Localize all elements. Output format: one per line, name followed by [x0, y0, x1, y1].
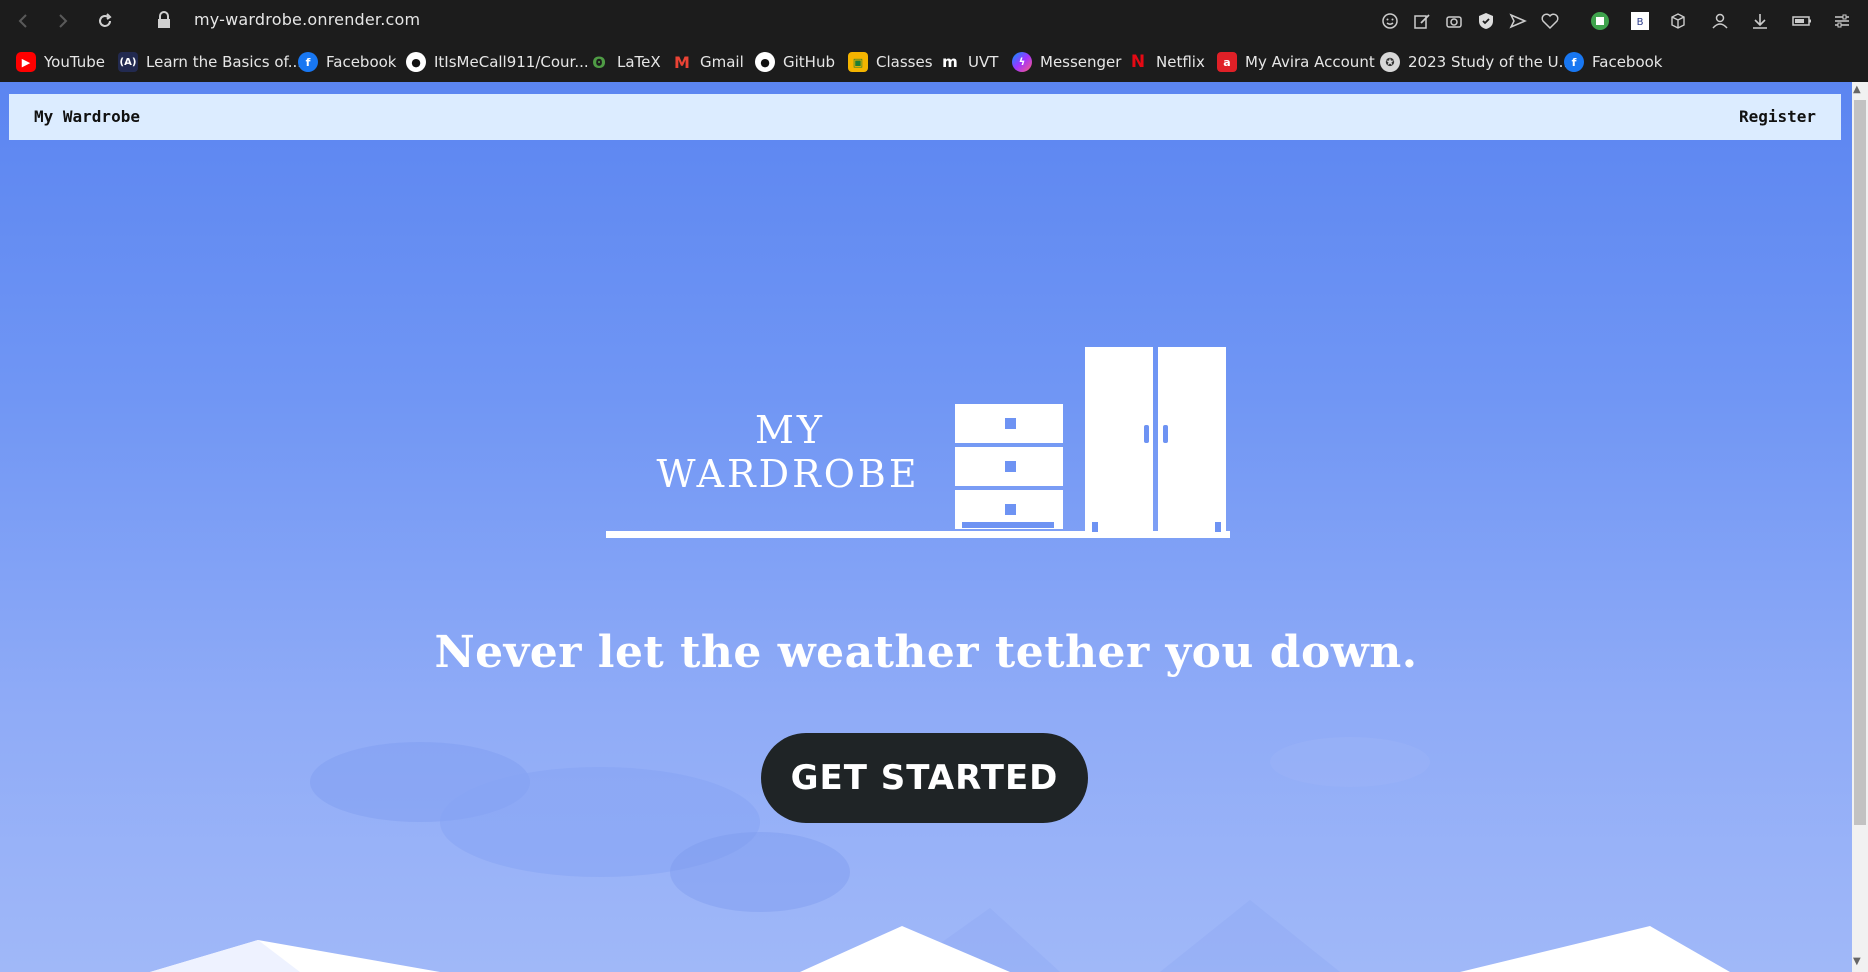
get-started-button[interactable]: GET STARTED: [761, 733, 1088, 823]
send-icon: [1509, 13, 1527, 29]
scroll-down-arrow-icon[interactable]: ▼: [1853, 956, 1861, 967]
easy-setup-button[interactable]: [1830, 9, 1854, 33]
edit-button[interactable]: [1410, 9, 1434, 33]
bookmark-study[interactable]: ✪ 2023 Study of the U...: [1380, 50, 1573, 74]
site-navbar: My Wardrobe Register: [9, 94, 1841, 140]
extension-b-button[interactable]: B: [1628, 9, 1652, 33]
smiley-icon: [1382, 13, 1398, 29]
reload-button[interactable]: [92, 8, 118, 34]
bookmark-github-repo[interactable]: ● ItIsMeCall911/Cour...: [406, 50, 589, 74]
shield-icon: [1479, 13, 1493, 29]
netflix-icon: N: [1130, 52, 1146, 72]
bookmark-netflix[interactable]: N Netflix: [1128, 50, 1205, 74]
scroll-up-arrow-icon[interactable]: ▲: [1853, 84, 1861, 95]
camera-icon: [1446, 16, 1462, 28]
extension-green-button[interactable]: [1588, 9, 1612, 33]
bookmark-github[interactable]: ● GitHub: [755, 50, 835, 74]
bookmark-avira[interactable]: a My Avira Account: [1217, 50, 1375, 74]
download-button[interactable]: [1748, 9, 1772, 33]
browser-toolbar: my-wardrobe.onrender.com B: [0, 0, 1868, 42]
edit-icon: [1414, 14, 1430, 29]
youtube-icon: ▶: [16, 52, 36, 72]
facebook-icon: f: [298, 52, 318, 72]
bookmark-latex[interactable]: ʘ LaTeX: [589, 50, 660, 74]
bookmark-youtube[interactable]: ▶ YouTube: [16, 50, 105, 74]
back-arrow-icon: [18, 14, 27, 28]
logo-text-line-1: MY: [755, 408, 825, 452]
heart-icon: [1541, 13, 1559, 30]
hero-tagline: Never let the weather tether you down.: [434, 627, 1418, 678]
box-button[interactable]: [1666, 9, 1690, 33]
settings-sliders-icon: [1835, 14, 1849, 28]
bookmarks-bar: ▶ YouTube (A) Learn the Basics of... f Face…: [0, 42, 1868, 113]
bookmark-facebook[interactable]: f Facebook: [298, 50, 396, 74]
screenshot-button[interactable]: [1442, 9, 1466, 33]
bookmark-learn-basics[interactable]: (A) Learn the Basics of...: [118, 50, 302, 74]
github-icon: ●: [755, 52, 775, 72]
messenger-icon: ϟ: [1012, 52, 1032, 72]
profile-button[interactable]: [1708, 9, 1732, 33]
github-icon: ●: [406, 52, 426, 72]
lock-icon: [158, 11, 170, 28]
b-extension-icon: B: [1631, 12, 1649, 30]
battery-button[interactable]: [1790, 9, 1814, 33]
react-icon: (A): [118, 52, 138, 72]
mountain-silhouettes: [150, 900, 1730, 972]
battery-icon: [1792, 16, 1811, 26]
classroom-icon: ▣: [848, 52, 868, 72]
moodle-icon: m: [942, 53, 958, 71]
send-button[interactable]: [1506, 9, 1530, 33]
svg-text:B: B: [1637, 17, 1644, 28]
user-icon: [1712, 13, 1728, 29]
wardrobe-logo: MY WARDROBE: [600, 322, 1240, 562]
logo-text-line-2: WARDROBE: [656, 452, 920, 496]
overleaf-icon: ʘ: [592, 52, 606, 72]
bookmark-gmail[interactable]: M Gmail: [672, 50, 744, 74]
bookmark-classes[interactable]: ▣ Classes: [848, 50, 933, 74]
favorites-button[interactable]: [1538, 9, 1562, 33]
brand-link[interactable]: My Wardrobe: [34, 107, 140, 126]
bookmark-facebook-2[interactable]: f Facebook: [1564, 50, 1662, 74]
adblock-button[interactable]: [1474, 9, 1498, 33]
extension-icon: [1591, 12, 1609, 30]
forward-arrow-icon: [59, 14, 68, 28]
seal-icon: ✪: [1380, 52, 1400, 72]
facebook-icon: f: [1564, 52, 1584, 72]
gmail-icon: M: [674, 52, 690, 72]
address-bar[interactable]: my-wardrobe.onrender.com: [194, 10, 420, 29]
wardrobe-illustration-icon: [606, 347, 1230, 538]
page-viewport: My Wardrobe Register MY WARDROBE Never l…: [0, 82, 1852, 972]
cube-icon: [1671, 13, 1685, 29]
forward-button[interactable]: [50, 8, 76, 34]
reload-icon: [99, 13, 112, 27]
download-icon: [1753, 14, 1767, 29]
bookmark-uvt[interactable]: m UVT: [940, 50, 998, 74]
bookmark-messenger[interactable]: ϟ Messenger: [1012, 50, 1121, 74]
scrollbar-thumb[interactable]: [1854, 100, 1866, 825]
emoji-button[interactable]: [1378, 9, 1402, 33]
back-button[interactable]: [10, 8, 36, 34]
register-link[interactable]: Register: [1739, 107, 1816, 126]
avira-icon: a: [1217, 52, 1237, 72]
